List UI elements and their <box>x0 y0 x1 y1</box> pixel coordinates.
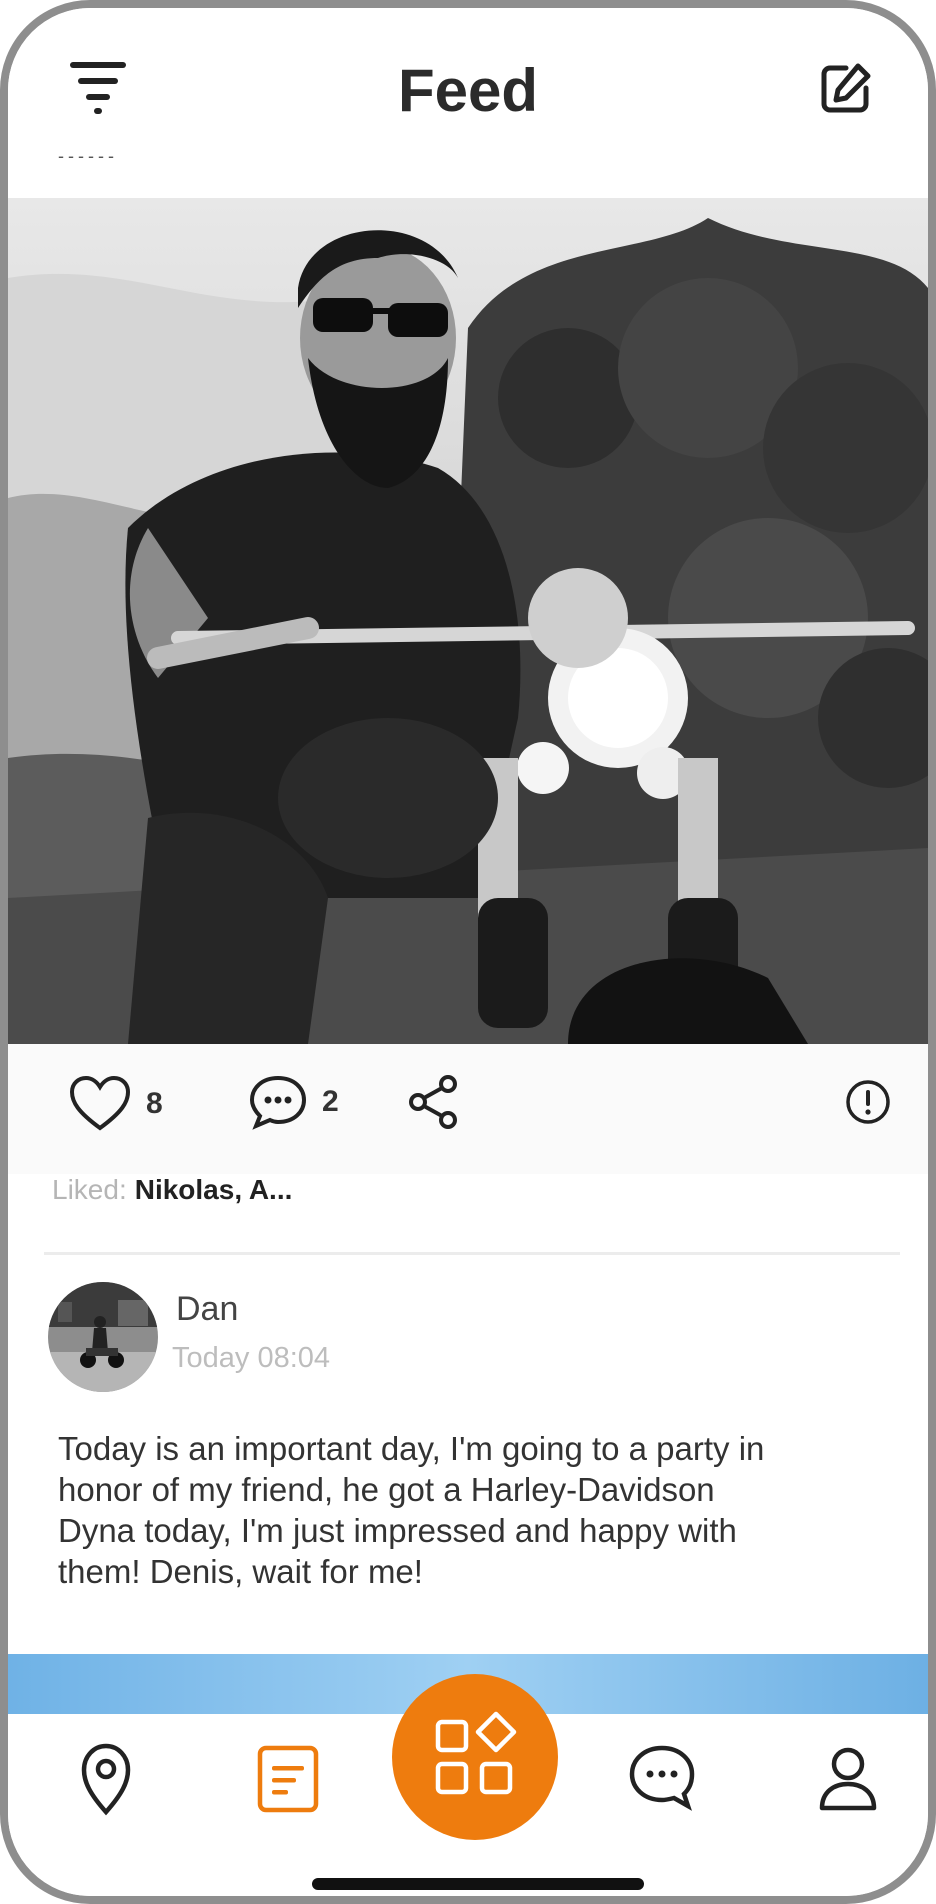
motorcycle-photo <box>8 198 928 1044</box>
avatar-image <box>48 1282 158 1392</box>
nav-map[interactable] <box>66 1738 146 1818</box>
post-photo[interactable] <box>8 198 928 1044</box>
home-indicator <box>312 1878 644 1890</box>
comment-button[interactable]: 2 <box>248 1074 339 1130</box>
liked-by[interactable]: Liked: Nikolas, A... <box>52 1174 292 1206</box>
share-button[interactable] <box>406 1074 462 1130</box>
liked-label: Liked: <box>52 1174 127 1205</box>
liked-names: Nikolas, A... <box>134 1174 293 1205</box>
new-post-button[interactable] <box>816 58 876 118</box>
apps-icon <box>435 1711 517 1795</box>
divider <box>44 1252 900 1255</box>
profile-icon <box>819 1747 877 1811</box>
like-count: 8 <box>146 1087 163 1120</box>
chat-icon <box>629 1745 695 1811</box>
share-icon <box>409 1075 457 1129</box>
edit-icon <box>821 63 871 113</box>
comment-count: 2 <box>322 1085 339 1118</box>
author-avatar[interactable] <box>48 1282 158 1392</box>
header-dashes: ------ <box>58 146 118 166</box>
post-actions: 8 2 <box>8 1044 928 1174</box>
heart-icon <box>69 1075 131 1131</box>
nav-chat[interactable] <box>622 1738 702 1818</box>
apps-button[interactable] <box>392 1674 558 1840</box>
report-button[interactable] <box>844 1078 892 1126</box>
author-name[interactable]: Dan <box>176 1290 238 1329</box>
post-time: Today 08:04 <box>172 1342 331 1374</box>
report-icon <box>846 1080 890 1124</box>
nav-feed[interactable] <box>248 1738 328 1818</box>
comment-icon <box>249 1075 307 1130</box>
page-title: Feed <box>397 57 539 124</box>
like-button[interactable]: 8 <box>68 1074 163 1134</box>
post-text: Today is an important day, I'm going to … <box>58 1430 765 1590</box>
header: Feed ------ <box>8 8 928 198</box>
feed-icon <box>257 1745 319 1813</box>
nav-profile[interactable] <box>808 1738 888 1818</box>
phone-frame: Feed ------ 8 2 Liked: Nikolas, A... Dan… <box>0 0 936 1904</box>
map-pin-icon <box>81 1743 131 1816</box>
